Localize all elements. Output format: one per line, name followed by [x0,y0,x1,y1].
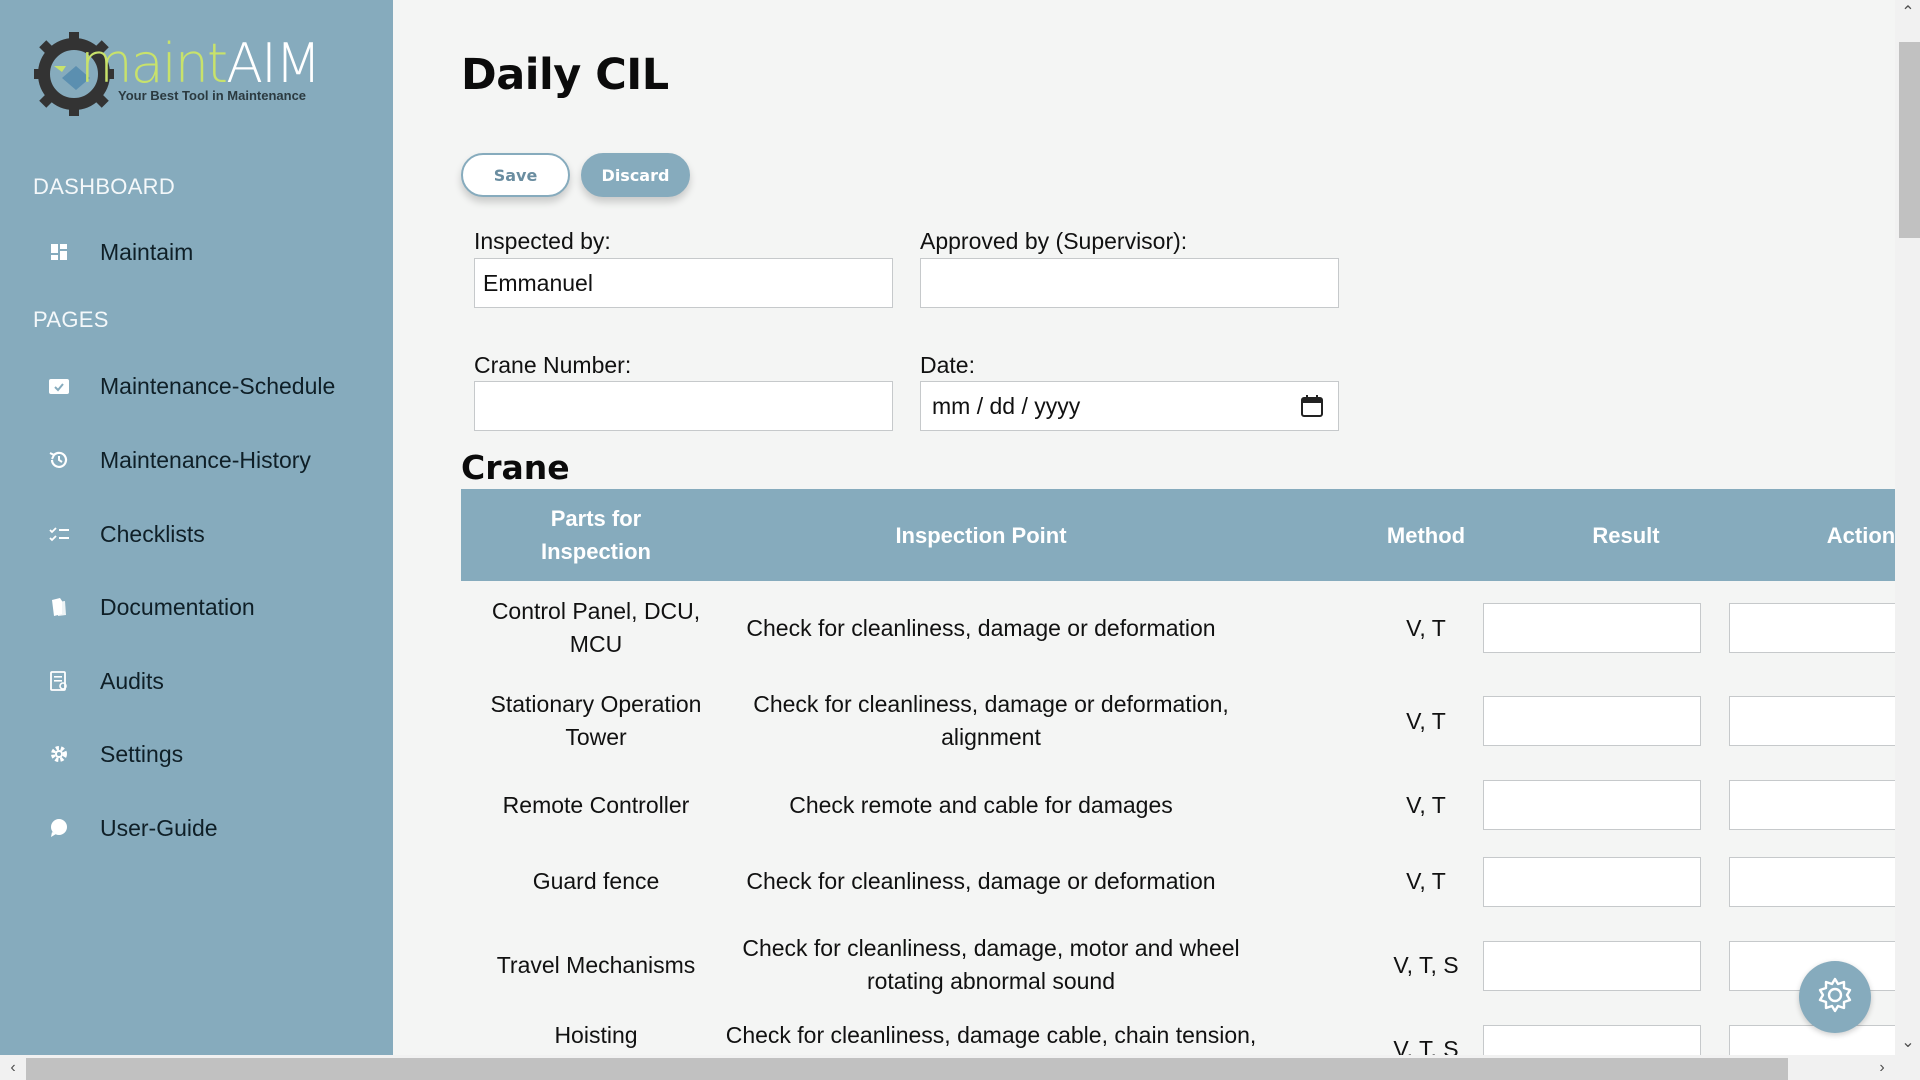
discard-button[interactable]: Discard [581,153,690,197]
result-input[interactable] [1483,696,1701,746]
date-label: Date: [920,352,975,378]
result-input[interactable] [1483,941,1701,991]
calendar-icon[interactable] [1300,394,1324,424]
inspected-by-label: Inspected by: [474,228,611,254]
crane-inspection-table: Parts for Inspection Inspection Point Me… [461,489,1895,1055]
cell-inspection-point: Check for cleanliness, damage or deforma… [746,614,1216,641]
table-row: Stationary Operation Tower Check for cle… [461,675,1895,767]
sidebar-item-label: Checklists [100,520,205,547]
result-input[interactable] [1483,857,1701,907]
action-input[interactable] [1729,696,1895,746]
table-header: Parts for Inspection Inspection Point Me… [461,489,1895,581]
sidebar-item-audits[interactable]: Audits [0,653,393,709]
sidebar-item-maintenance-history[interactable]: Maintenance-History [0,432,393,488]
sidebar-item-label: Maintenance-History [100,446,311,473]
sidebar-item-documentation[interactable]: Documentation [0,579,393,635]
scroll-left-arrow-icon[interactable]: ‹ [3,1058,23,1078]
cell-inspection-point: Check for cleanliness, damage cable, cha… [725,1022,1257,1048]
cell-inspection-point: Check for cleanliness, damage or deforma… [746,867,1216,894]
section-label-pages: PAGES [33,307,109,332]
column-header-action: Action [1826,522,1895,548]
cell-part: Control Panel, DCU, MCU [491,598,701,657]
cell-method: V, T [1406,867,1446,894]
horizontal-scrollbar-thumb[interactable] [26,1058,1788,1080]
cell-inspection-point: Check remote and cable for damages [789,791,1173,818]
cell-inspection-point: Check for cleanliness, damage or deforma… [753,691,1229,750]
horizontal-scrollbar[interactable]: ‹ › [0,1055,1920,1080]
table-row: Control Panel, DCU, MCU Check for cleanl… [461,581,1895,675]
approved-by-input[interactable] [920,258,1339,308]
cell-method: V, T [1406,614,1446,641]
result-input[interactable] [1483,1025,1701,1055]
cell-method: V, T, S [1393,1036,1459,1055]
sidebar-item-maintenance-schedule[interactable]: Maintenance-Schedule [0,358,393,414]
dashboard-icon [48,241,70,263]
result-input[interactable] [1483,603,1701,653]
sidebar-item-checklists[interactable]: Checklists [0,506,393,562]
date-placeholder: mm / dd / yyyy [932,392,1081,419]
cell-part: Remote Controller [502,791,690,818]
sidebar-item-user-guide[interactable]: User-Guide [0,800,393,856]
cell-method: V, T [1406,791,1446,818]
table-row: Hoisting Check for cleanliness, damage c… [461,1011,1895,1055]
floating-settings-button[interactable] [1799,961,1871,1033]
column-header-parts: Parts for Inspection [540,506,651,564]
logo-wordmark: maintAIM [80,32,322,95]
date-input[interactable]: mm / dd / yyyy [920,381,1339,431]
inspected-by-input[interactable]: Emmanuel [474,258,893,308]
chat-bubble-icon [48,817,70,839]
cell-method: V, T [1406,707,1446,734]
cell-inspection-point: Check for cleanliness, damage, motor and… [742,935,1240,994]
sidebar-item-label: Settings [100,740,184,767]
sidebar-item-label: Maintenance-Schedule [100,372,336,399]
page-title: Daily CIL [461,50,669,100]
column-header-result: Result [1592,522,1660,548]
crane-number-label: Crane Number: [474,352,632,378]
crane-section-title: Crane [461,448,570,487]
gear-icon [48,743,70,765]
logo-maint-text: maint [80,32,228,95]
table-row: Travel Mechanisms Check for cleanliness,… [461,919,1895,1011]
result-input[interactable] [1483,780,1701,830]
action-input[interactable] [1729,780,1895,830]
maintaim-logo[interactable]: maintAIM Your Best Tool in Maintenance [32,26,322,120]
sidebar-item-label: User-Guide [100,814,218,841]
table-row: Remote Controller Check remote and cable… [461,767,1895,843]
documents-icon [48,596,70,618]
vertical-scrollbar[interactable]: ⌃ ⌄ [1895,0,1920,1055]
cell-part: Hoisting [554,1022,638,1048]
scroll-down-arrow-icon[interactable]: ⌄ [1898,1032,1918,1052]
logo-tagline: Your Best Tool in Maintenance [118,88,307,103]
checklist-icon [48,523,70,545]
sidebar-item-label: Documentation [100,593,255,620]
sidebar-item-label: Audits [100,667,164,694]
audit-icon [48,670,70,692]
sidebar-item-settings[interactable]: Settings [0,726,393,782]
save-button[interactable]: Save [461,153,570,197]
scroll-up-arrow-icon[interactable]: ⌃ [1898,2,1918,22]
action-input[interactable] [1729,1025,1895,1055]
approved-by-label: Approved by (Supervisor): [920,228,1188,254]
crane-number-input[interactable] [474,381,893,431]
calendar-check-icon [48,375,70,397]
cell-method: V, T, S [1393,951,1459,978]
scroll-right-arrow-icon[interactable]: › [1872,1058,1892,1078]
history-icon [48,449,70,471]
cell-part: Stationary Operation Tower [490,691,702,750]
cell-part: Travel Mechanisms [496,951,696,978]
column-header-method: Method [1386,522,1466,548]
logo-aim-text: AIM [226,32,321,95]
table-row: Guard fence Check for cleanliness, damag… [461,843,1895,919]
section-label-dashboard: DASHBOARD [33,174,176,199]
column-header-inspection-point: Inspection Point [895,522,1067,548]
gear-icon [1815,975,1855,1020]
action-input[interactable] [1729,857,1895,907]
sidebar: maintAIM Your Best Tool in Maintenance D… [0,0,393,1080]
action-input[interactable] [1729,603,1895,653]
vertical-scrollbar-thumb[interactable] [1899,42,1920,238]
sidebar-item-label: Maintaim [100,238,194,265]
sidebar-item-maintaim[interactable]: Maintaim [0,224,393,280]
cell-part: Guard fence [532,867,660,894]
